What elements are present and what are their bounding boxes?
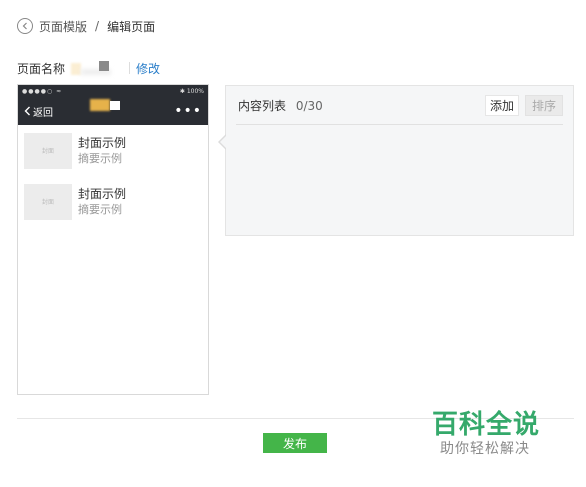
phone-header: ●●●●○ ≈ ✱ 100% 返回 •••	[18, 85, 208, 125]
phone-back-label: 返回	[33, 107, 53, 119]
breadcrumb-page-templates[interactable]: 页面模版	[39, 18, 87, 35]
more-dots-icon[interactable]: •••	[174, 104, 202, 118]
article-cover-thumbnail: 封面	[24, 183, 72, 220]
content-list-count: 0/30	[295, 98, 323, 113]
divider	[236, 124, 563, 125]
phone-back-button[interactable]: 返回	[24, 104, 53, 119]
content-list-header: 内容列表 0/30 添加 排序	[226, 86, 573, 124]
signal-indicator: ●●●●○ ≈	[22, 87, 63, 95]
article-cover-thumbnail: 封面	[24, 132, 72, 169]
add-content-button[interactable]: 添加	[484, 94, 519, 116]
content-list-panel: 内容列表 0/30 添加 排序	[225, 85, 574, 236]
edit-name-link[interactable]: 修改	[136, 60, 160, 77]
back-arrow-icon[interactable]	[17, 18, 33, 34]
content-list-label: 内容列表	[238, 98, 287, 113]
breadcrumb-separator: /	[95, 19, 100, 33]
publish-button[interactable]: 发布	[263, 433, 327, 453]
article-summary: 摘要示例	[78, 203, 122, 216]
breadcrumb-current: 编辑页面	[107, 19, 156, 34]
page-name-row: 页面名称 修改	[17, 59, 160, 77]
page-name-label: 页面名称	[17, 61, 66, 76]
content-list-title: 内容列表 0/30	[238, 97, 323, 114]
phone-preview: ●●●●○ ≈ ✱ 100% 返回 ••• 封面 封面示例 摘要示例 封面 封面…	[17, 84, 209, 395]
watermark-logo: 百科全说 助你轻松解决	[420, 402, 580, 470]
phone-title-redacted	[90, 99, 126, 111]
breadcrumb: 页面模版 / 编辑页面	[17, 16, 155, 36]
article-title: 封面示例	[78, 187, 127, 201]
article-item[interactable]: 封面 封面示例 摘要示例	[18, 125, 208, 176]
chevron-left-icon	[24, 106, 30, 116]
article-summary: 摘要示例	[78, 152, 122, 165]
divider	[129, 62, 131, 74]
article-item[interactable]: 封面 封面示例 摘要示例	[18, 176, 208, 227]
sort-content-button[interactable]: 排序	[524, 94, 563, 116]
watermark-title: 百科全说	[432, 410, 541, 440]
page-name-value-redacted	[71, 61, 129, 75]
battery-indicator: ✱ 100%	[179, 87, 204, 95]
watermark-subtitle: 助你轻松解决	[440, 441, 530, 457]
article-title: 封面示例	[78, 136, 127, 150]
phone-status-bar: ●●●●○ ≈ ✱ 100%	[18, 85, 208, 97]
